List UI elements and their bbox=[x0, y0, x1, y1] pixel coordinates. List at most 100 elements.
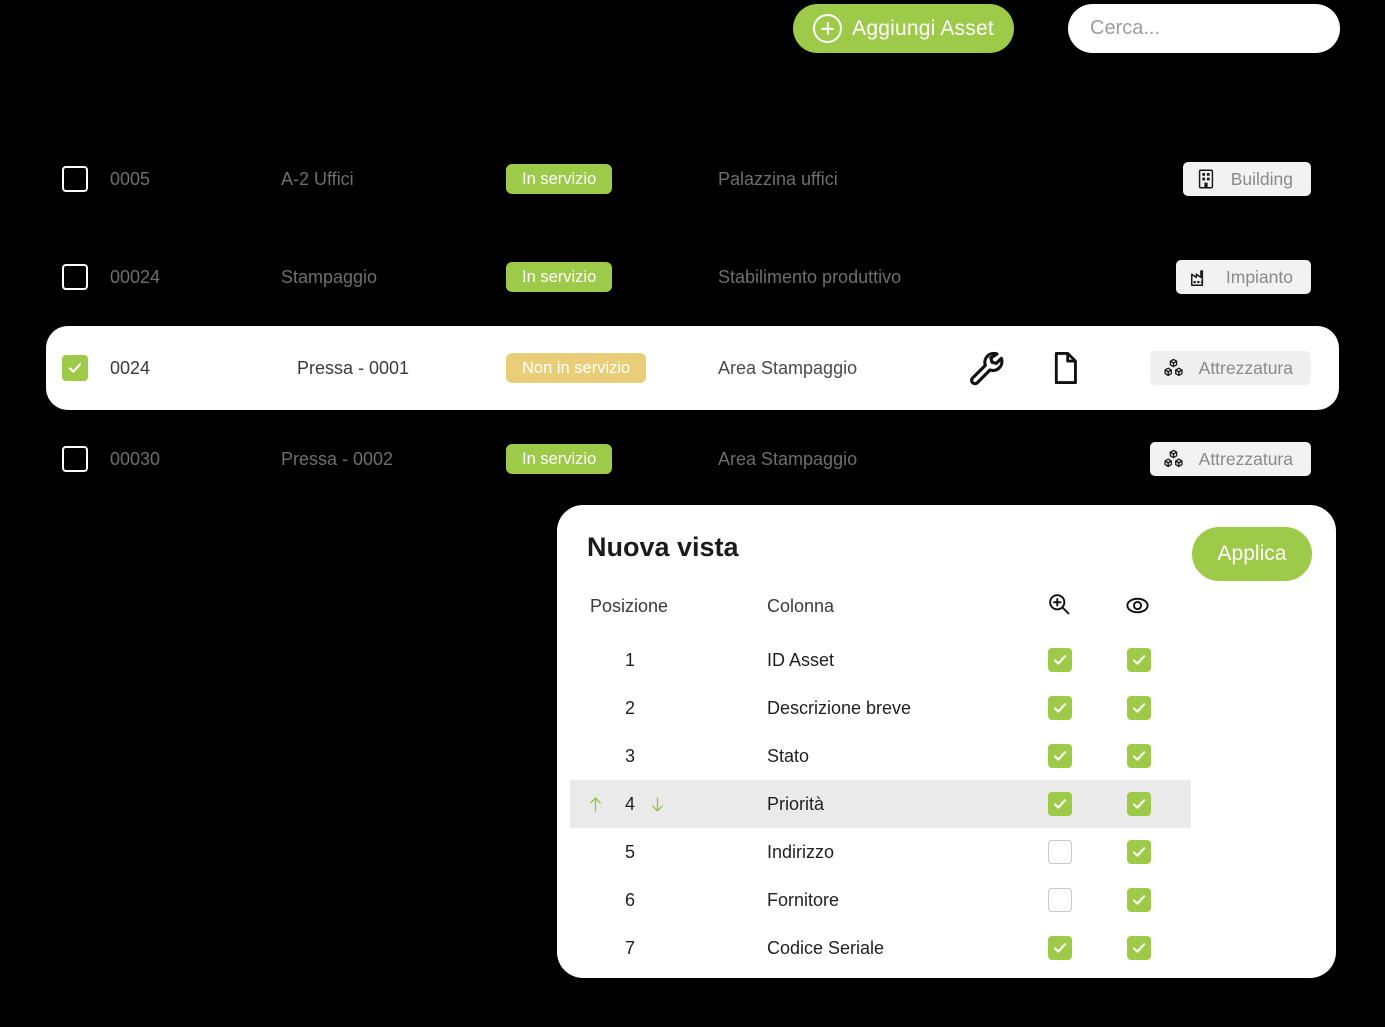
asset-location: Area Stampaggio bbox=[718, 448, 858, 469]
asset-description: A-2 Uffici bbox=[281, 168, 354, 189]
view-column-row[interactable]: 2 Descrizione breve bbox=[570, 684, 1191, 732]
view-column-row[interactable]: 7 Codice Seriale bbox=[570, 924, 1191, 972]
visible-checkbox[interactable] bbox=[1127, 936, 1151, 960]
view-column-row[interactable]: 3 Stato bbox=[570, 732, 1191, 780]
visible-checkbox[interactable] bbox=[1127, 648, 1151, 672]
wrench-icon[interactable] bbox=[966, 348, 1006, 388]
searchable-checkbox[interactable] bbox=[1048, 840, 1072, 864]
panel-title: Nuova vista bbox=[587, 532, 739, 562]
search-bar[interactable] bbox=[1068, 4, 1340, 53]
building-icon bbox=[1195, 168, 1217, 190]
check-icon bbox=[1052, 700, 1068, 716]
new-view-panel: Nuova vista Applica Posizione Colonna 1 I… bbox=[557, 505, 1336, 978]
asset-type-cell: Attrezzatura bbox=[1149, 351, 1311, 385]
column-name: Descrizione breve bbox=[767, 697, 912, 718]
eye-icon[interactable] bbox=[1124, 592, 1151, 624]
column-name: Indirizzo bbox=[767, 841, 835, 862]
searchable-checkbox[interactable] bbox=[1048, 648, 1072, 672]
column-name: ID Asset bbox=[767, 649, 835, 670]
apply-button[interactable]: Applica bbox=[1192, 527, 1312, 581]
asset-id: 00030 bbox=[110, 448, 161, 469]
row-checkbox-cell bbox=[62, 446, 88, 472]
toolbar: Aggiungi Asset bbox=[0, 0, 1385, 70]
check-icon bbox=[67, 360, 83, 376]
asset-location: Stabilimento produttivo bbox=[718, 266, 902, 287]
row-checkbox[interactable] bbox=[62, 355, 88, 381]
column-position: 5 bbox=[624, 841, 635, 862]
column-name: Fornitore bbox=[767, 889, 840, 910]
asset-id: 0024 bbox=[110, 357, 151, 378]
row-checkbox[interactable] bbox=[62, 166, 88, 192]
status-badge: In servizio bbox=[506, 262, 613, 292]
asset-table: 0005 A-2 Uffici In servizio Palazzina uffic… bbox=[0, 130, 1385, 508]
asset-description: Stampaggio bbox=[281, 266, 378, 287]
row-checkbox-cell bbox=[62, 355, 88, 381]
asset-location: Area Stampaggio bbox=[718, 357, 858, 378]
row-checkbox-cell bbox=[62, 166, 88, 192]
asset-location: Palazzina uffici bbox=[718, 168, 838, 189]
column-position: 7 bbox=[624, 937, 635, 958]
searchable-checkbox[interactable] bbox=[1048, 936, 1072, 960]
visible-checkbox[interactable] bbox=[1127, 792, 1151, 816]
view-column-row[interactable]: 5 Indirizzo bbox=[570, 828, 1191, 876]
view-column-row[interactable]: 6 Fornitore bbox=[570, 876, 1191, 924]
status-badge-cell: In servizio bbox=[506, 444, 613, 474]
asset-type-label: Building bbox=[1230, 168, 1293, 189]
visible-checkbox[interactable] bbox=[1127, 888, 1151, 912]
column-name: Codice Seriale bbox=[767, 937, 885, 958]
searchable-checkbox[interactable] bbox=[1048, 744, 1072, 768]
check-icon bbox=[1052, 940, 1068, 956]
column-position: 4 bbox=[624, 793, 635, 814]
factory-icon bbox=[1188, 266, 1212, 288]
row-checkbox-cell bbox=[62, 264, 88, 290]
add-asset-button[interactable]: Aggiungi Asset bbox=[793, 4, 1014, 53]
arrow-down-icon[interactable] bbox=[648, 794, 667, 815]
check-icon bbox=[1131, 748, 1147, 764]
asset-type-chip: Attrezzatura bbox=[1149, 351, 1311, 385]
visible-checkbox[interactable] bbox=[1127, 696, 1151, 720]
asset-type-cell: Building bbox=[1182, 162, 1311, 196]
asset-description: Pressa - 0002 bbox=[281, 448, 394, 469]
boxes-icon bbox=[1162, 448, 1185, 470]
searchable-checkbox[interactable] bbox=[1048, 888, 1072, 912]
status-badge-cell: Non in servizio bbox=[506, 353, 647, 383]
column-position: 1 bbox=[624, 649, 635, 670]
column-position: 3 bbox=[624, 745, 635, 766]
asset-type-cell: Attrezzatura bbox=[1149, 442, 1311, 476]
app-root: Aggiungi Asset 0005 A-2 Uffici In servizio… bbox=[0, 0, 1385, 1027]
check-icon bbox=[1131, 892, 1147, 908]
check-icon bbox=[1131, 844, 1147, 860]
searchable-checkbox[interactable] bbox=[1048, 792, 1072, 816]
searchable-checkbox[interactable] bbox=[1048, 696, 1072, 720]
check-icon bbox=[1052, 748, 1068, 764]
status-badge: In servizio bbox=[506, 164, 613, 194]
row-actions bbox=[966, 348, 1084, 388]
status-badge-cell: In servizio bbox=[506, 164, 613, 194]
visible-checkbox[interactable] bbox=[1127, 744, 1151, 768]
asset-type-chip: Attrezzatura bbox=[1149, 442, 1311, 476]
row-checkbox[interactable] bbox=[62, 264, 88, 290]
status-badge: Non in servizio bbox=[506, 353, 647, 383]
plus-circle-icon bbox=[813, 14, 843, 43]
document-icon[interactable] bbox=[1046, 349, 1084, 387]
status-badge-cell: In servizio bbox=[506, 262, 613, 292]
view-table-header: Posizione Colonna bbox=[557, 588, 1336, 633]
boxes-icon bbox=[1162, 357, 1185, 379]
table-row[interactable]: 0024 Pressa - 0001 Non in servizio Area Sta… bbox=[46, 326, 1339, 410]
table-row[interactable]: 00030 Pressa - 0002 In servizio Area Stampa… bbox=[0, 410, 1385, 508]
column-position: 2 bbox=[624, 697, 635, 718]
asset-id: 0005 bbox=[110, 168, 151, 189]
header-column: Colonna bbox=[767, 596, 835, 616]
visible-checkbox[interactable] bbox=[1127, 840, 1151, 864]
view-column-row[interactable]: 4 Priorità bbox=[570, 780, 1191, 828]
column-name: Stato bbox=[767, 745, 810, 766]
asset-type-label: Attrezzatura bbox=[1198, 448, 1293, 469]
view-column-row[interactable]: 1 ID Asset bbox=[570, 636, 1191, 684]
row-checkbox[interactable] bbox=[62, 446, 88, 472]
table-row[interactable]: 00024 Stampaggio In servizio Stabilimento p… bbox=[0, 228, 1385, 326]
zoom-in-icon[interactable] bbox=[1046, 591, 1073, 623]
arrow-up-icon[interactable] bbox=[586, 794, 605, 815]
table-row[interactable]: 0005 A-2 Uffici In servizio Palazzina uffic… bbox=[0, 130, 1385, 228]
search-input[interactable] bbox=[1068, 4, 1340, 53]
asset-type-label: Attrezzatura bbox=[1198, 357, 1293, 378]
